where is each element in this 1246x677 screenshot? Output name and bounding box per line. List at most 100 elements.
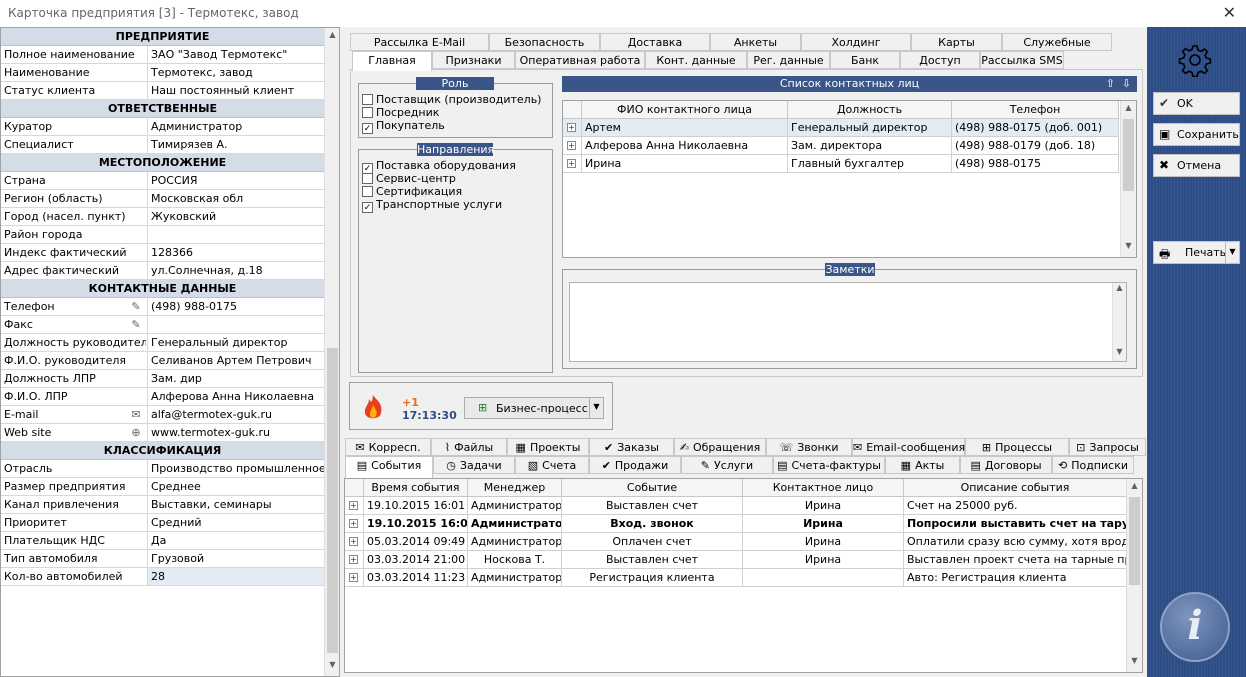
business-process-button[interactable]: ⊞ Бизнес-процесс ▼ bbox=[464, 397, 604, 419]
property-value[interactable]: Зам. дир bbox=[147, 370, 324, 387]
property-row[interactable]: Должность ЛПР Зам. дир bbox=[1, 370, 324, 388]
property-row[interactable]: Страна РОССИЯ bbox=[1, 172, 324, 190]
property-row[interactable]: Куратор Администратор bbox=[1, 118, 324, 136]
column-header[interactable]: Время события bbox=[364, 479, 468, 497]
grid-cell[interactable]: Выставлен проект счета на тарные прод... bbox=[904, 551, 1127, 569]
property-row[interactable]: E-mail alfa@termotex-guk.ru ✉ bbox=[1, 406, 324, 424]
property-value[interactable]: Среднее bbox=[147, 478, 324, 495]
property-value[interactable]: alfa@termotex-guk.ru bbox=[147, 406, 324, 423]
scroll-up-icon[interactable]: ▲ bbox=[325, 30, 339, 44]
lower-tab-b4[interactable]: ✎ Услуги bbox=[681, 456, 773, 474]
checkbox-box[interactable] bbox=[362, 186, 373, 197]
property-row[interactable]: Кол-во автомобилей 28 bbox=[1, 568, 324, 586]
property-row[interactable]: Web site www.termotex-guk.ru ⊕ bbox=[1, 424, 324, 442]
grid-cell[interactable]: Ирина bbox=[743, 497, 904, 515]
scroll-down-icon[interactable]: ▼ bbox=[1121, 241, 1136, 255]
property-value[interactable]: ЗАО "Завод Термотекс" bbox=[147, 46, 324, 63]
lower-tab-8[interactable]: ⊡ Запросы bbox=[1069, 438, 1146, 456]
property-value[interactable]: Выставки, семинары bbox=[147, 496, 324, 513]
lower-tab-b8[interactable]: ⟲ Подписки bbox=[1052, 456, 1134, 474]
property-value[interactable]: Алферова Анна Николаевна bbox=[147, 388, 324, 405]
email-icon[interactable]: ✉ bbox=[129, 408, 143, 421]
expand-icon[interactable]: + bbox=[567, 159, 576, 168]
info-icon[interactable]: i bbox=[1160, 592, 1230, 662]
grid-cell[interactable] bbox=[743, 569, 904, 587]
close-icon[interactable]: ✕ bbox=[1223, 3, 1236, 22]
property-row[interactable]: Полное наименование ЗАО "Завод Термотекс" bbox=[1, 46, 324, 64]
tab-6[interactable]: Доступ bbox=[900, 51, 980, 69]
save-button[interactable]: ▣ Сохранить bbox=[1153, 123, 1240, 146]
expand-icon[interactable]: + bbox=[349, 537, 358, 546]
property-row[interactable]: Ф.И.О. руководителя Селиванов Артем Петро… bbox=[1, 352, 324, 370]
left-scrollbar[interactable]: ▲ ▼ bbox=[324, 28, 339, 676]
role-checkbox[interactable]: Поставщик (производитель) bbox=[362, 93, 541, 106]
checkbox-box[interactable] bbox=[362, 107, 373, 118]
expand-icon[interactable]: + bbox=[567, 123, 576, 132]
property-value[interactable]: (498) 988-0175 bbox=[147, 298, 324, 315]
expand-icon[interactable]: + bbox=[349, 501, 358, 510]
property-row[interactable]: Ф.И.О. ЛПР Алферова Анна Николаевна bbox=[1, 388, 324, 406]
tab-7[interactable]: Рассылка SMS bbox=[980, 51, 1064, 69]
table-row[interactable]: + bbox=[345, 533, 364, 551]
property-value[interactable]: Московская обл bbox=[147, 190, 324, 207]
notes-textarea[interactable]: ▲ ▼ bbox=[569, 282, 1127, 362]
grid-cell[interactable]: Зам. директора bbox=[788, 137, 952, 155]
scroll-up-icon[interactable]: ▲ bbox=[1127, 481, 1142, 495]
property-row[interactable]: Отрасль Производство промышленное bbox=[1, 460, 324, 478]
column-header[interactable]: Менеджер bbox=[468, 479, 562, 497]
grid-cell[interactable]: Главный бухгалтер bbox=[788, 155, 952, 173]
property-value[interactable]: РОССИЯ bbox=[147, 172, 324, 189]
property-row[interactable]: Индекс фактический 128366 bbox=[1, 244, 324, 262]
tab-4[interactable]: Холдинг bbox=[801, 33, 911, 51]
phone-icon[interactable]: ✎ bbox=[129, 300, 143, 313]
table-row[interactable]: + bbox=[563, 137, 582, 155]
property-value[interactable]: Тимирязев А. bbox=[147, 136, 324, 153]
table-row[interactable]: + bbox=[345, 515, 364, 533]
expand-icon[interactable]: + bbox=[567, 141, 576, 150]
table-row[interactable]: + bbox=[345, 569, 364, 587]
role-checkbox[interactable]: ✓ Покупатель bbox=[362, 119, 445, 134]
property-row[interactable]: Факс ✎ bbox=[1, 316, 324, 334]
lower-tab-7[interactable]: ⊞ Процессы bbox=[965, 438, 1069, 456]
grid-cell[interactable]: Регистрация клиента bbox=[562, 569, 743, 587]
contacts-grid[interactable]: ФИО контактного лица Должность Телефон + Арт… bbox=[562, 100, 1137, 258]
lower-tab-3[interactable]: ✔ Заказы bbox=[589, 438, 674, 456]
property-row[interactable]: Плательщик НДС Да bbox=[1, 532, 324, 550]
grid-cell[interactable]: (498) 988-0175 (доб. 001) bbox=[952, 119, 1119, 137]
grid-cell[interactable]: Счет на 25000 руб. bbox=[904, 497, 1127, 515]
lower-tab-2[interactable]: ▦ Проекты bbox=[507, 438, 589, 456]
property-value[interactable]: 28 bbox=[147, 568, 324, 585]
property-value[interactable]: www.termotex-guk.ru bbox=[147, 424, 324, 441]
grid-cell[interactable]: Ирина bbox=[743, 551, 904, 569]
scroll-down-icon[interactable]: ▼ bbox=[1113, 347, 1126, 361]
grid-cell[interactable]: 03.03.2014 21:00 bbox=[364, 551, 468, 569]
tab-3[interactable]: Анкеты bbox=[710, 33, 801, 51]
print-button[interactable]: 🖶 Печать ▼ bbox=[1153, 241, 1240, 264]
property-row[interactable]: Канал привлечения Выставки, семинары bbox=[1, 496, 324, 514]
tab-2[interactable]: Оперативная работа bbox=[515, 51, 645, 69]
property-value[interactable]: Жуковский bbox=[147, 208, 324, 225]
checkbox-box[interactable] bbox=[362, 94, 373, 105]
table-row[interactable]: + bbox=[345, 551, 364, 569]
expand-icon[interactable]: + bbox=[349, 519, 358, 528]
direction-checkbox[interactable]: Сервис-центр bbox=[362, 172, 456, 185]
fax-icon[interactable]: ✎ bbox=[129, 318, 143, 331]
print-dropdown-icon[interactable]: ▼ bbox=[1225, 242, 1239, 263]
checkbox-box[interactable]: ✓ bbox=[362, 202, 373, 213]
chevron-down-icon[interactable]: ▼ bbox=[589, 398, 603, 418]
tab-6[interactable]: Служебные bbox=[1002, 33, 1112, 51]
grid-cell[interactable]: Ирина bbox=[743, 533, 904, 551]
tab-4[interactable]: Рег. данные bbox=[747, 51, 830, 69]
checkbox-box[interactable] bbox=[362, 173, 373, 184]
ok-button[interactable]: ✔ OK bbox=[1153, 92, 1240, 115]
tab-3[interactable]: Конт. данные bbox=[645, 51, 747, 69]
property-row[interactable]: Приоритет Средний bbox=[1, 514, 324, 532]
grid-cell[interactable]: Выставлен счет bbox=[562, 497, 743, 515]
scroll-thumb[interactable] bbox=[327, 348, 338, 653]
expand-icon[interactable]: + bbox=[349, 555, 358, 564]
property-row[interactable]: Регион (область) Московская обл bbox=[1, 190, 324, 208]
property-row[interactable]: Телефон (498) 988-0175 ✎ bbox=[1, 298, 324, 316]
events-grid[interactable]: Время события Менеджер Событие Контактное л… bbox=[344, 478, 1143, 673]
property-row[interactable]: Должность руководителя Генеральный директ… bbox=[1, 334, 324, 352]
grid-cell[interactable]: (498) 988-0179 (доб. 18) bbox=[952, 137, 1119, 155]
